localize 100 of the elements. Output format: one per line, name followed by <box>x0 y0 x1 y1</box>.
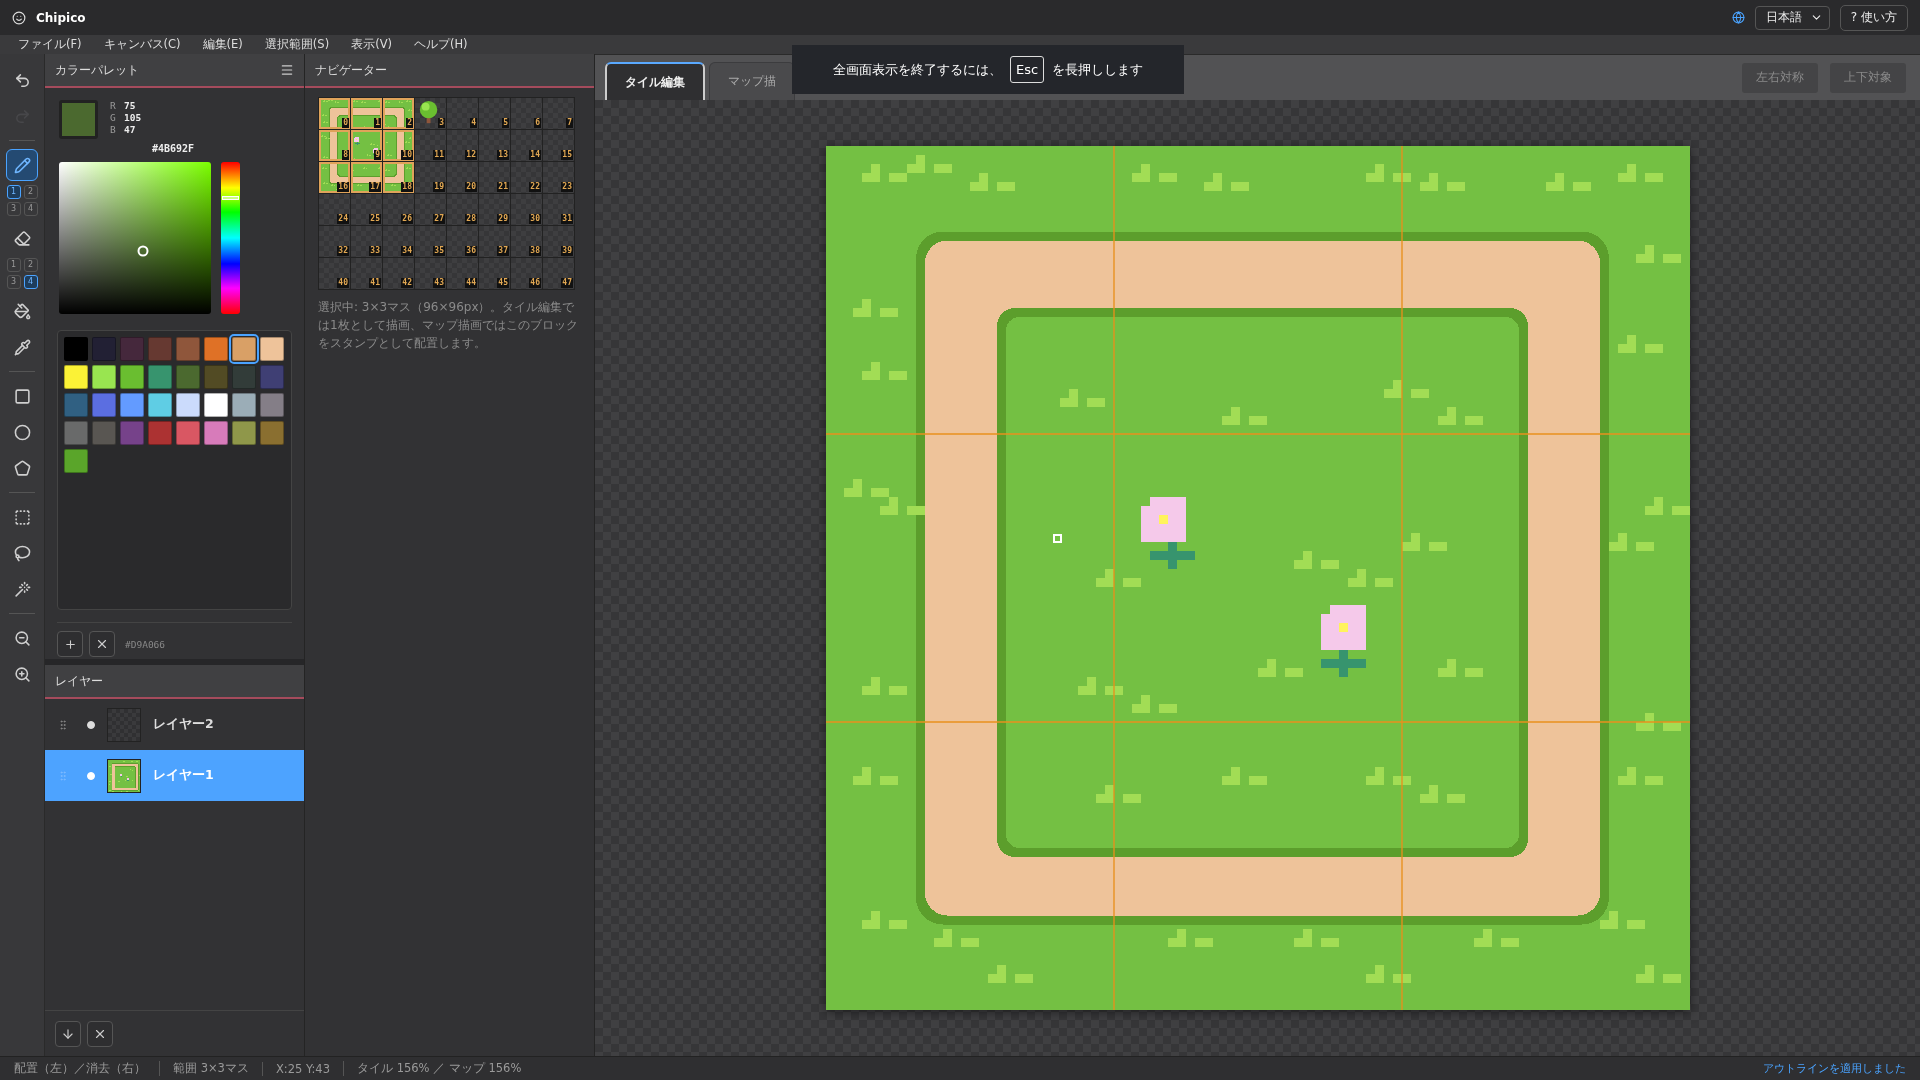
menu-item[interactable]: キャンバス(C) <box>95 37 189 52</box>
pencil-tool-button[interactable] <box>6 149 38 181</box>
drag-handle-icon[interactable] <box>57 769 69 782</box>
menu-item[interactable]: 選択範囲(S) <box>256 37 338 52</box>
tile-cell[interactable]: 19 <box>415 162 446 193</box>
color-swatch[interactable] <box>64 337 88 361</box>
brush-size-button[interactable]: 3 <box>6 202 21 216</box>
color-swatch[interactable] <box>204 393 228 417</box>
color-swatch[interactable] <box>64 393 88 417</box>
tile-cell[interactable]: 6 <box>511 98 542 129</box>
tile-cell[interactable]: 20 <box>447 162 478 193</box>
color-swatch[interactable] <box>120 337 144 361</box>
color-swatch[interactable] <box>176 393 200 417</box>
tile-cell[interactable]: 44 <box>447 258 478 289</box>
menu-item[interactable]: ファイル(F) <box>10 37 90 52</box>
tile-cell[interactable]: 38 <box>511 226 542 257</box>
tile-cell[interactable]: 35 <box>415 226 446 257</box>
color-swatch[interactable] <box>64 449 88 473</box>
color-swatch[interactable] <box>176 337 200 361</box>
tile-cell[interactable]: 23 <box>543 162 574 193</box>
tile-cell[interactable]: 26 <box>383 194 414 225</box>
color-swatch[interactable] <box>120 365 144 389</box>
brush-size-button[interactable]: 4 <box>23 202 38 216</box>
tile-cell[interactable]: 1 <box>351 98 382 129</box>
tile-cell[interactable]: 2 <box>383 98 414 129</box>
brush-size-button[interactable]: 2 <box>23 185 38 199</box>
tile-cell[interactable]: 14 <box>511 130 542 161</box>
remove-color-button[interactable] <box>89 631 115 657</box>
brush-size-button[interactable]: 1 <box>6 258 21 272</box>
help-button[interactable]: ? 使い方 <box>1839 4 1908 31</box>
tile-cell[interactable]: 10 <box>383 130 414 161</box>
drag-handle-icon[interactable] <box>57 718 69 731</box>
saturation-value-picker[interactable] <box>59 162 211 314</box>
tile-cell[interactable]: 30 <box>511 194 542 225</box>
editor-tab[interactable]: マップ描 <box>709 62 795 100</box>
color-swatch[interactable] <box>232 421 256 445</box>
color-swatch[interactable] <box>64 365 88 389</box>
tile-cell[interactable]: 33 <box>351 226 382 257</box>
menu-item[interactable]: 編集(E) <box>194 37 251 52</box>
tile-cell[interactable]: 29 <box>479 194 510 225</box>
color-swatch[interactable] <box>176 421 200 445</box>
color-swatch[interactable] <box>232 365 256 389</box>
tile-cell[interactable]: 21 <box>479 162 510 193</box>
color-swatch[interactable] <box>204 365 228 389</box>
add-color-button[interactable] <box>57 631 83 657</box>
tile-cell[interactable]: 7 <box>543 98 574 129</box>
tile-cell[interactable]: 40 <box>319 258 350 289</box>
color-swatch[interactable] <box>120 421 144 445</box>
color-swatch[interactable] <box>260 421 284 445</box>
brush-size-button[interactable]: 1 <box>6 185 21 199</box>
visibility-dot[interactable] <box>87 720 95 729</box>
color-swatch[interactable] <box>92 421 116 445</box>
color-swatch[interactable] <box>148 393 172 417</box>
tile-cell[interactable]: 11 <box>415 130 446 161</box>
color-swatch[interactable] <box>148 337 172 361</box>
menu-item[interactable]: ヘルプ(H) <box>406 37 476 52</box>
color-swatch[interactable] <box>232 337 256 361</box>
tile-cell[interactable]: 13 <box>479 130 510 161</box>
color-swatch[interactable] <box>204 337 228 361</box>
tile-cell[interactable]: 42 <box>383 258 414 289</box>
tile-cell[interactable]: 36 <box>447 226 478 257</box>
tile-cell[interactable]: 27 <box>415 194 446 225</box>
color-swatch[interactable] <box>260 337 284 361</box>
color-swatch[interactable] <box>148 421 172 445</box>
tile-cell[interactable]: 31 <box>543 194 574 225</box>
tile-cell[interactable]: 28 <box>447 194 478 225</box>
color-swatch[interactable] <box>260 365 284 389</box>
layer-row[interactable]: レイヤー2 <box>45 699 304 750</box>
color-swatch[interactable] <box>260 393 284 417</box>
tile-cell[interactable]: 8 <box>319 130 350 161</box>
delete-layer-button[interactable] <box>87 1020 113 1047</box>
picker-thumb[interactable] <box>137 245 149 257</box>
language-select[interactable]: 日本語 <box>1754 5 1830 30</box>
tile-cell[interactable]: 12 <box>447 130 478 161</box>
tile-map-drawing[interactable] <box>825 146 1690 1010</box>
tile-cell[interactable]: 4 <box>447 98 478 129</box>
tile-cell[interactable]: 45 <box>479 258 510 289</box>
tile-cell[interactable]: 34 <box>383 226 414 257</box>
tile-cell[interactable]: 43 <box>415 258 446 289</box>
brush-size-button[interactable]: 2 <box>23 258 38 272</box>
tile-cell[interactable]: 15 <box>543 130 574 161</box>
menu-item[interactable]: 表示(V) <box>343 37 400 52</box>
brush-size-button[interactable]: 4 <box>23 275 38 289</box>
merge-down-button[interactable] <box>55 1020 81 1047</box>
color-swatch[interactable] <box>204 421 228 445</box>
editor-tab[interactable]: タイル編集 <box>605 62 705 100</box>
brush-size-button[interactable]: 3 <box>6 275 21 289</box>
tile-cell[interactable]: 22 <box>511 162 542 193</box>
tile-cell[interactable]: 46 <box>511 258 542 289</box>
color-swatch[interactable] <box>176 365 200 389</box>
hue-slider[interactable] <box>221 162 240 314</box>
color-swatch[interactable] <box>232 393 256 417</box>
color-swatch[interactable] <box>92 393 116 417</box>
tile-cell[interactable]: 24 <box>319 194 350 225</box>
tile-cell[interactable]: 18 <box>383 162 414 193</box>
tile-cell[interactable]: 5 <box>479 98 510 129</box>
tile-cell[interactable]: 25 <box>351 194 382 225</box>
tile-cell[interactable]: 17 <box>351 162 382 193</box>
tile-cell[interactable]: 39 <box>543 226 574 257</box>
menu-icon[interactable] <box>280 63 294 77</box>
